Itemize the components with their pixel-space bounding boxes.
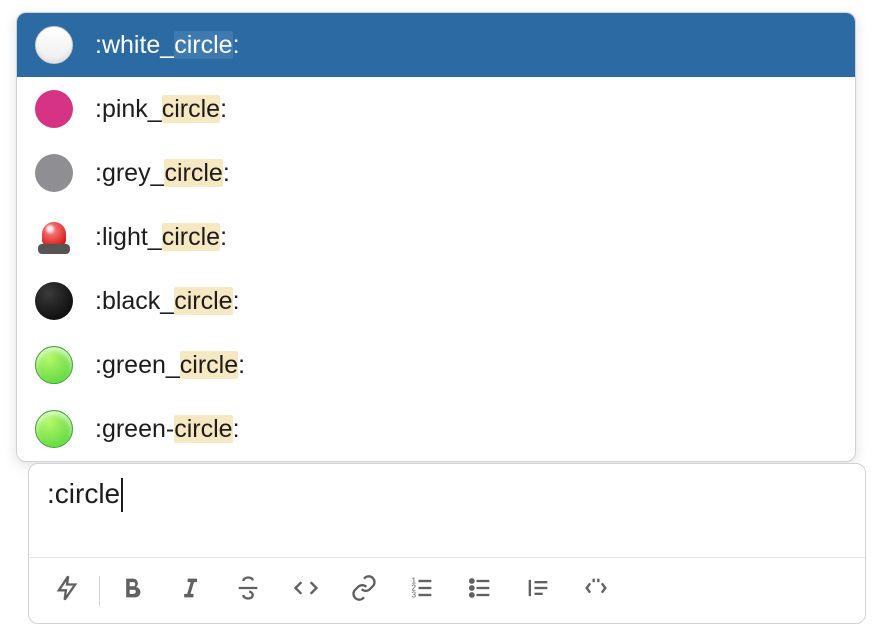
bulleted-list-icon bbox=[466, 574, 494, 607]
grey-circle-icon bbox=[35, 154, 73, 192]
blockquote-icon bbox=[524, 574, 552, 607]
emoji-option-label: :light_circle: bbox=[95, 223, 227, 252]
black-circle-icon bbox=[35, 282, 73, 320]
italic-button[interactable] bbox=[168, 569, 212, 613]
emoji-option-label: :green-circle: bbox=[95, 415, 240, 444]
strikethrough-icon bbox=[234, 574, 262, 607]
link-icon bbox=[350, 574, 378, 607]
caret bbox=[121, 478, 123, 512]
toolbar-divider bbox=[99, 576, 100, 606]
message-composer: :circle bbox=[28, 463, 866, 624]
green-circle-icon bbox=[35, 346, 73, 384]
emoji-option-label: :white_circle: bbox=[95, 31, 240, 60]
ordered-list-icon: 123 bbox=[408, 574, 436, 607]
svg-text:3: 3 bbox=[412, 590, 417, 599]
green-circle-icon bbox=[35, 410, 73, 448]
emoji-autocomplete-popup[interactable]: :white_circle::pink_circle::grey_circle:… bbox=[16, 12, 856, 462]
message-input[interactable]: :circle bbox=[29, 464, 865, 557]
link-button[interactable] bbox=[342, 569, 386, 613]
strike-button[interactable] bbox=[226, 569, 270, 613]
emoji-option-label: :green_circle: bbox=[95, 351, 245, 380]
emoji-option-label: :grey_circle: bbox=[95, 159, 230, 188]
bold-button[interactable] bbox=[110, 569, 154, 613]
emoji-option[interactable]: :green_circle: bbox=[17, 333, 855, 397]
emoji-option[interactable]: :grey_circle: bbox=[17, 141, 855, 205]
emoji-option[interactable]: :black_circle: bbox=[17, 269, 855, 333]
emoji-option-label: :black_circle: bbox=[95, 287, 240, 316]
blockquote-button[interactable] bbox=[516, 569, 560, 613]
emoji-option-label: :pink_circle: bbox=[95, 95, 227, 124]
bold-icon bbox=[118, 574, 146, 607]
bulleted-list-button[interactable] bbox=[458, 569, 502, 613]
shortcuts-button[interactable] bbox=[45, 569, 89, 613]
pink-circle-icon bbox=[35, 90, 73, 128]
message-input-text: :circle bbox=[47, 478, 120, 510]
italic-icon bbox=[176, 574, 204, 607]
code-icon bbox=[292, 574, 320, 607]
code-button[interactable] bbox=[284, 569, 328, 613]
emoji-option[interactable]: :pink_circle: bbox=[17, 77, 855, 141]
emoji-option[interactable]: :light_circle: bbox=[17, 205, 855, 269]
siren-icon bbox=[35, 218, 73, 256]
white-circle-icon bbox=[35, 26, 73, 64]
code-block-button[interactable] bbox=[574, 569, 618, 613]
emoji-option[interactable]: :green-circle: bbox=[17, 397, 855, 461]
code-block-icon bbox=[582, 574, 610, 607]
emoji-option[interactable]: :white_circle: bbox=[17, 13, 855, 77]
ordered-list-button[interactable]: 123 bbox=[400, 569, 444, 613]
lightning-icon bbox=[53, 574, 81, 607]
formatting-toolbar: 123 bbox=[29, 557, 865, 623]
